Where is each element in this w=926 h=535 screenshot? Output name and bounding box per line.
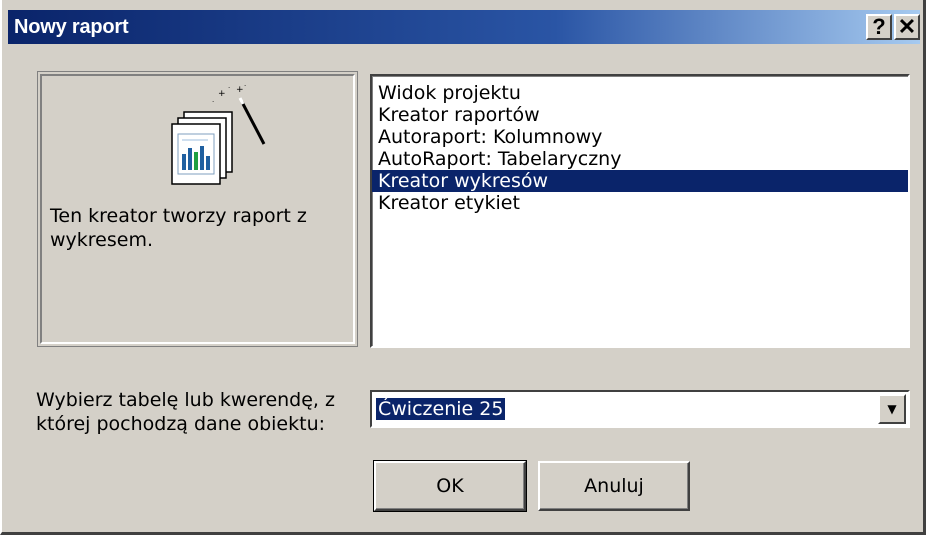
new-report-dialog: Nowy raport ? ✕ + · + · · Ten kreator tw…	[0, 0, 926, 535]
window-title: Nowy raport	[14, 15, 129, 38]
source-label: Wybierz tabelę lub kwerendę, z której po…	[36, 389, 335, 435]
list-item-autoreport-tabular[interactable]: AutoRaport: Tabelaryczny	[372, 148, 908, 170]
wizard-description: Ten kreator tworzy raport z wykresem.	[50, 205, 307, 251]
list-item-design-view[interactable]: Widok projektu	[372, 82, 908, 104]
svg-text:·: ·	[244, 82, 246, 90]
list-item-autoreport-columnar[interactable]: Autoraport: Kolumnowy	[372, 126, 908, 148]
report-chart-wizard-icon: + · + · ·	[171, 82, 266, 185]
svg-text:+: +	[236, 85, 244, 95]
report-type-list[interactable]: Widok projektu Kreator raportów Autorapo…	[370, 74, 910, 348]
ok-button[interactable]: OK	[373, 460, 527, 512]
preview-panel: + · + · · Ten kreator tworzy raport z wy…	[37, 71, 358, 347]
svg-text:·: ·	[212, 98, 214, 106]
help-button[interactable]: ?	[866, 14, 892, 40]
list-item-label-wizard[interactable]: Kreator etykiet	[372, 192, 908, 214]
source-select[interactable]: Ćwiczenie 25 ▼	[370, 390, 910, 428]
list-item-chart-wizard[interactable]: Kreator wykresów	[372, 170, 908, 192]
cancel-button[interactable]: Anuluj	[538, 461, 690, 511]
title-bar[interactable]: Nowy raport ? ✕	[8, 10, 920, 44]
svg-text:+: +	[218, 89, 226, 99]
dropdown-arrow-icon[interactable]: ▼	[878, 394, 906, 424]
list-item-report-wizard[interactable]: Kreator raportów	[372, 104, 908, 126]
source-select-value[interactable]: Ćwiczenie 25	[376, 398, 506, 420]
close-button[interactable]: ✕	[894, 14, 920, 40]
svg-text:·: ·	[228, 84, 230, 92]
